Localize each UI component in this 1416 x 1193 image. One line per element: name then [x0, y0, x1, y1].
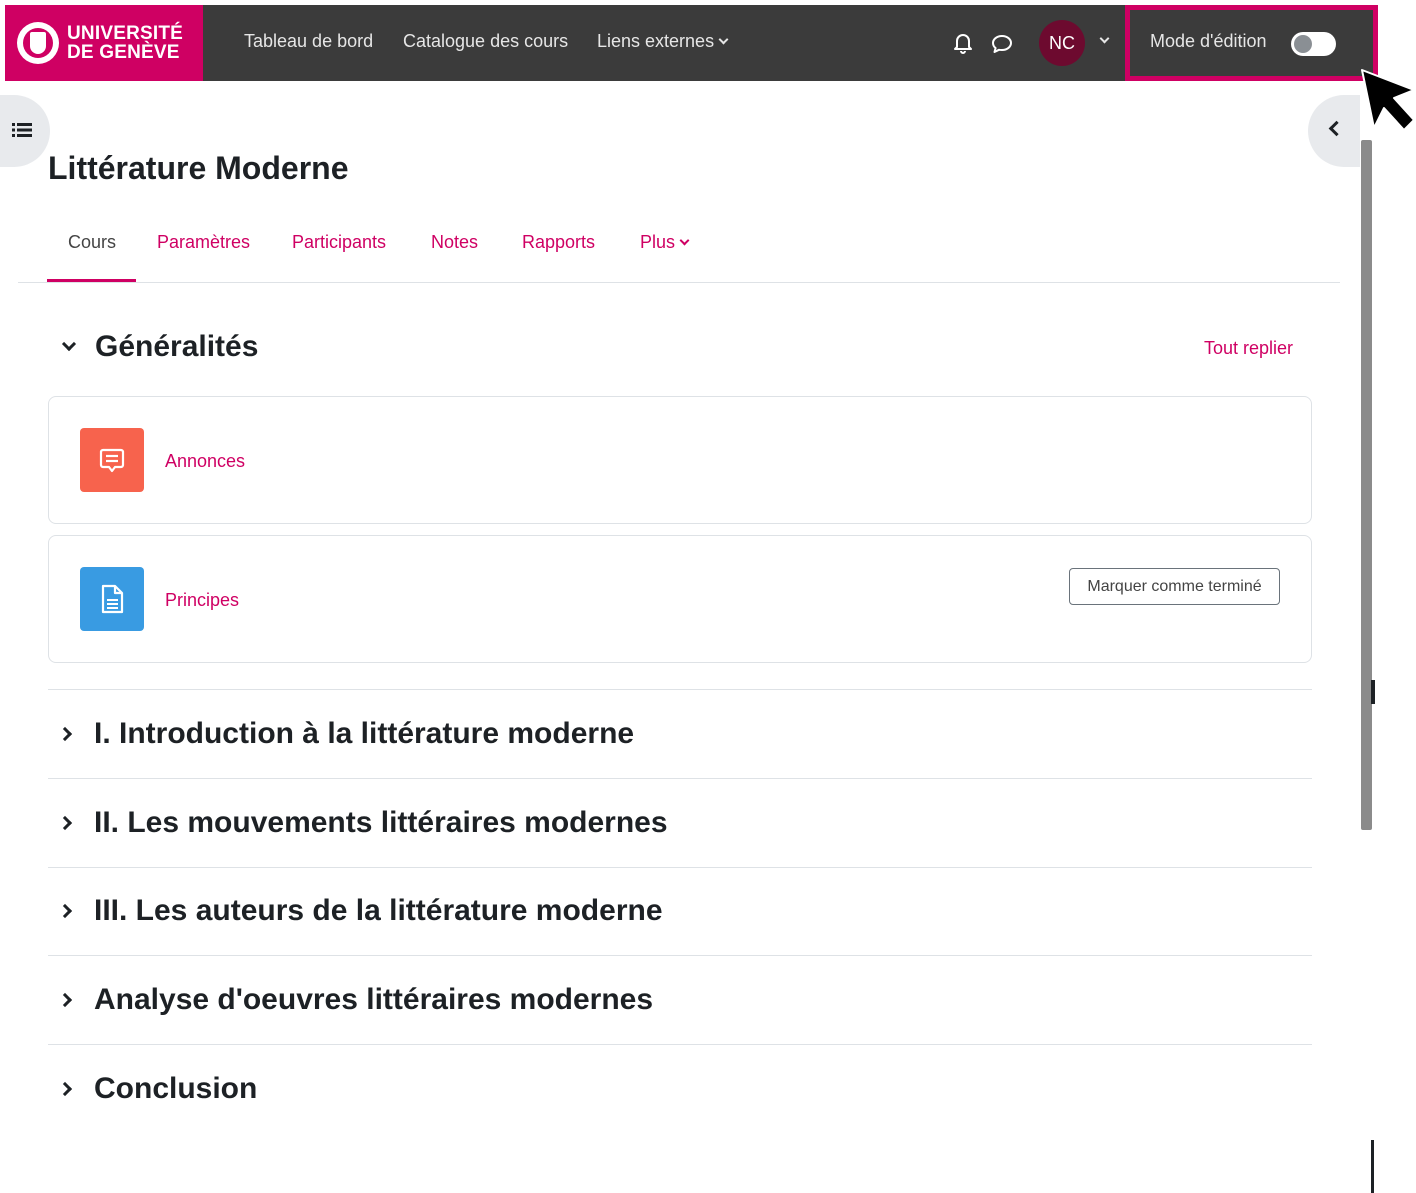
section-header-2[interactable]: II. Les mouvements littéraires modernes: [57, 806, 668, 840]
section-header-1[interactable]: I. Introduction à la littérature moderne: [57, 717, 635, 751]
section-title: II. Les mouvements littéraires modernes: [94, 806, 668, 839]
page-scrollbar[interactable]: [1361, 140, 1372, 830]
nav-link-catalogue[interactable]: Catalogue des cours: [403, 31, 568, 52]
section-divider: [48, 955, 1312, 956]
university-logo[interactable]: UNIVERSITÉ DE GENÈVE: [5, 5, 203, 81]
activity-card: Principes Marquer comme terminé: [48, 535, 1312, 663]
logo-line-1: UNIVERSITÉ: [67, 23, 184, 44]
forum-icon[interactable]: [80, 428, 144, 492]
chevron-down-icon[interactable]: [61, 336, 77, 352]
section-title: Analyse d'oeuvres littéraires modernes: [94, 983, 654, 1016]
section-header-4[interactable]: Analyse d'oeuvres littéraires modernes: [57, 983, 654, 1017]
section-divider: [48, 689, 1312, 690]
section-title: I. Introduction à la littérature moderne: [94, 717, 635, 750]
message-icon[interactable]: [991, 34, 1013, 54]
chevron-down-icon: [679, 235, 690, 246]
active-tab-indicator: [47, 279, 136, 282]
tab-parametres[interactable]: Paramètres: [157, 232, 250, 253]
logo-line-2: DE GENÈVE: [67, 42, 180, 63]
tab-notes[interactable]: Notes: [431, 232, 478, 253]
activity-card: Annonces: [48, 396, 1312, 524]
activity-link-annonces[interactable]: Annonces: [165, 451, 245, 472]
user-menu-chevron-icon[interactable]: [1099, 33, 1110, 44]
section-title: III. Les auteurs de la littérature moder…: [94, 894, 663, 927]
bell-icon[interactable]: [953, 32, 973, 54]
chevron-right-icon[interactable]: [57, 992, 73, 1008]
course-tabs: Cours Paramètres Participants Notes Rapp…: [18, 220, 1340, 283]
chevron-right-icon[interactable]: [57, 726, 73, 742]
nav-link-dashboard[interactable]: Tableau de bord: [244, 31, 373, 52]
page-icon[interactable]: [80, 567, 144, 631]
tab-cours[interactable]: Cours: [68, 232, 116, 253]
crest-icon: [17, 22, 59, 64]
edit-mode-toggle[interactable]: [1291, 32, 1336, 56]
section-title: Conclusion: [94, 1072, 258, 1105]
chevron-right-icon[interactable]: [57, 815, 73, 831]
mark-complete-button[interactable]: Marquer comme terminé: [1069, 568, 1280, 605]
nav-link-external-label: Liens externes: [597, 31, 715, 51]
page-title: Littérature Moderne: [48, 150, 349, 186]
section-header-generalites[interactable]: Généralités: [60, 330, 258, 364]
chevron-right-icon[interactable]: [57, 1081, 73, 1097]
tab-plus[interactable]: Plus: [640, 232, 690, 253]
section-divider: [48, 1044, 1312, 1045]
tab-participants[interactable]: Participants: [292, 232, 386, 253]
toggle-knob: [1294, 35, 1312, 53]
section-header-3[interactable]: III. Les auteurs de la littérature moder…: [57, 894, 663, 928]
collapse-all-link[interactable]: Tout replier: [1204, 338, 1293, 359]
nav-link-external[interactable]: Liens externes: [597, 31, 729, 52]
user-avatar[interactable]: NC: [1039, 20, 1085, 66]
section-title: Généralités: [95, 330, 259, 363]
chevron-right-icon[interactable]: [57, 903, 73, 919]
tab-plus-label: Plus: [640, 232, 676, 252]
scroll-edge-mark: [1371, 1140, 1374, 1193]
activity-link-principes[interactable]: Principes: [165, 590, 239, 611]
section-divider: [48, 778, 1312, 779]
chevron-down-icon: [718, 34, 729, 45]
edit-mode-label: Mode d'édition: [1150, 31, 1267, 51]
top-navbar: UNIVERSITÉ DE GENÈVE Tableau de bord Cat…: [5, 5, 1378, 81]
mouse-cursor-icon: [1361, 69, 1415, 131]
list-icon: [12, 123, 32, 137]
section-divider: [48, 867, 1312, 868]
scroll-edge-mark: [1371, 680, 1375, 704]
section-header-5[interactable]: Conclusion: [57, 1072, 258, 1106]
tab-rapports[interactable]: Rapports: [522, 232, 595, 253]
